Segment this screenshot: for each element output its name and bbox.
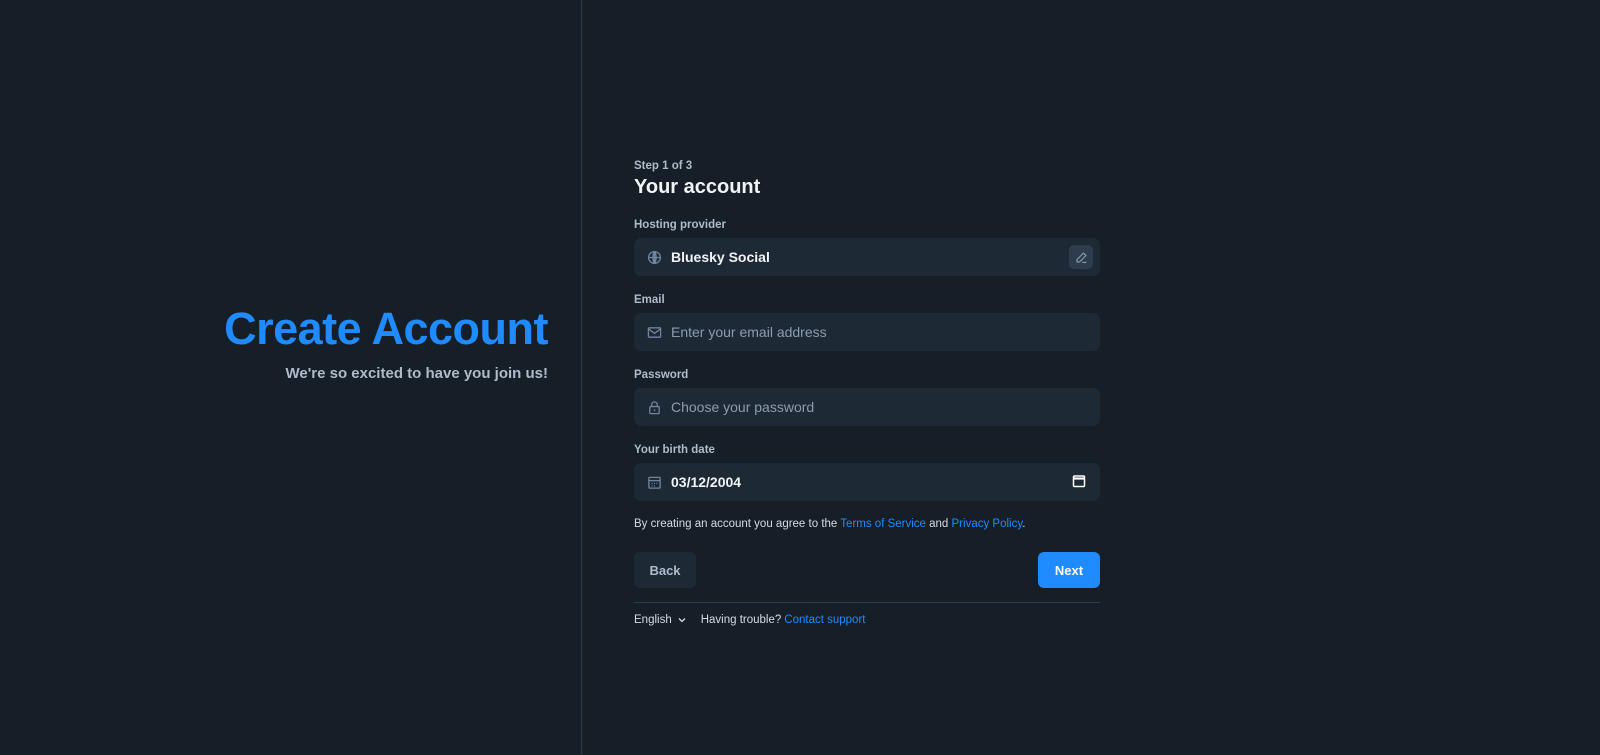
envelope-icon	[646, 324, 662, 340]
birthdate-value: 03/12/2004	[671, 474, 742, 490]
hero-subtitle: We're so excited to have you join us!	[285, 365, 548, 382]
signup-form: Step 1 of 3 Your account Hosting provide…	[634, 160, 1100, 626]
globe-icon	[646, 249, 662, 265]
password-field-wrapper	[634, 388, 1100, 426]
terms-prefix: By creating an account you agree to the	[634, 518, 841, 530]
email-field-wrapper	[634, 313, 1100, 351]
hosting-provider-label: Hosting provider	[634, 219, 727, 231]
terms-suffix: .	[1022, 518, 1026, 530]
hero-title: Create Account	[224, 303, 548, 354]
calendar-icon	[646, 474, 662, 490]
privacy-policy-link[interactable]: Privacy Policy	[952, 518, 1023, 530]
left-panel: Create Account We're so excited to have …	[0, 0, 582, 755]
edit-hosting-button[interactable]	[1069, 245, 1093, 269]
email-input[interactable]	[671, 324, 1088, 340]
form-title: Your account	[634, 176, 761, 198]
language-label: English	[634, 614, 672, 626]
lock-icon	[646, 399, 662, 415]
hero: Create Account We're so excited to have …	[224, 303, 548, 383]
password-input[interactable]	[671, 399, 1088, 415]
hosting-provider-field[interactable]: Bluesky Social	[634, 238, 1100, 276]
trouble-text: Having trouble?	[700, 614, 782, 626]
contact-support-link[interactable]: Contact support	[784, 614, 865, 626]
birthdate-field[interactable]: 03/12/2004	[634, 463, 1100, 501]
language-selector[interactable]: English	[634, 614, 687, 626]
next-button[interactable]: Next	[1038, 552, 1100, 588]
hosting-provider-value: Bluesky Social	[671, 249, 770, 265]
chevron-down-icon	[678, 618, 686, 623]
date-picker-icon[interactable]	[1072, 474, 1086, 488]
birthdate-label: Your birth date	[634, 444, 715, 456]
divider	[634, 602, 1100, 603]
terms-and: and	[925, 518, 952, 530]
step-indicator: Step 1 of 3	[634, 160, 693, 172]
back-button[interactable]: Back	[634, 552, 696, 588]
terms-of-service-link[interactable]: Terms of Service	[840, 518, 926, 530]
password-label: Password	[634, 369, 689, 381]
form-actions: Back Next	[634, 552, 1100, 588]
pencil-icon	[1075, 251, 1087, 263]
footer: English Having trouble? Contact support	[634, 614, 1100, 626]
email-label: Email	[634, 294, 665, 306]
terms-text: By creating an account you agree to the …	[634, 518, 1100, 530]
